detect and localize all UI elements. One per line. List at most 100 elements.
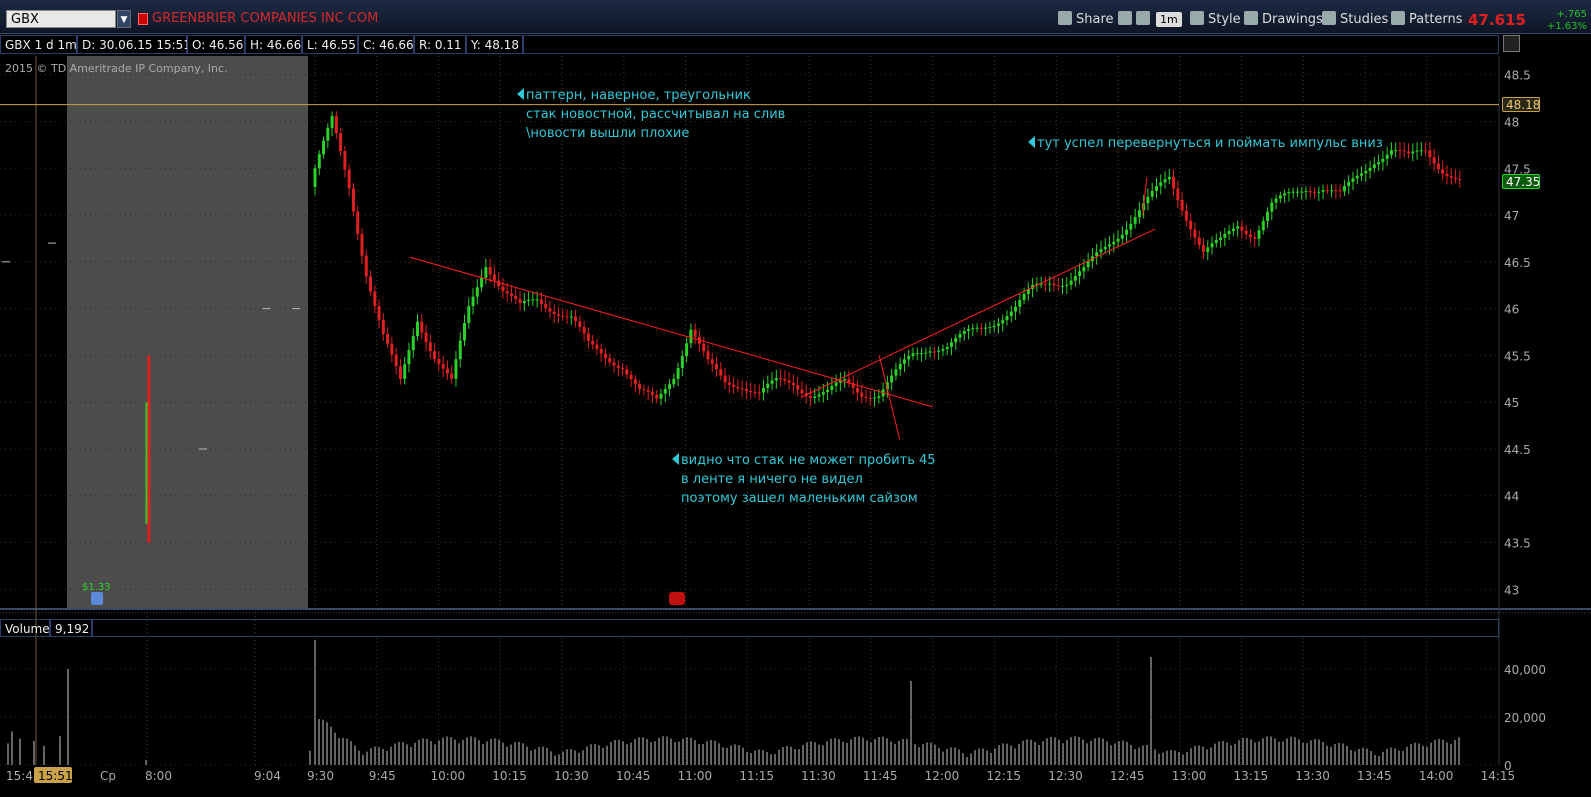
candle bbox=[450, 373, 454, 379]
time-axis-label: 12:00 bbox=[925, 769, 960, 783]
candle bbox=[902, 359, 906, 364]
candle bbox=[1253, 237, 1257, 239]
candle bbox=[1360, 173, 1364, 176]
candle bbox=[779, 377, 783, 379]
time-axis-label: 12:30 bbox=[1048, 769, 1083, 783]
volume-axis-label: 20,000 bbox=[1504, 711, 1546, 725]
candle bbox=[1266, 211, 1270, 222]
candle bbox=[497, 280, 501, 287]
candle bbox=[706, 351, 710, 360]
share-icon bbox=[1058, 11, 1072, 25]
candle bbox=[1308, 191, 1312, 193]
candle bbox=[715, 363, 719, 370]
last-price-tag: 47.35 bbox=[1502, 174, 1540, 190]
candle bbox=[898, 363, 902, 370]
chart-canvas[interactable]: 48.54847.54746.54645.54544.54443.543$1.3… bbox=[0, 0, 1591, 797]
candle bbox=[1325, 190, 1329, 192]
candle bbox=[1321, 190, 1325, 192]
candle bbox=[548, 308, 552, 312]
candle bbox=[1103, 246, 1107, 250]
candle bbox=[723, 375, 727, 383]
candle bbox=[843, 379, 847, 381]
candle bbox=[411, 336, 415, 351]
info-title[interactable]: GBX 1 d 1m bbox=[0, 35, 77, 54]
pct-change-value: +1.63% bbox=[1546, 21, 1587, 32]
annotation-reversal[interactable]: тут успел перевернуться и поймать импуль… bbox=[1028, 134, 1383, 153]
premarket-shade bbox=[67, 56, 308, 609]
candle bbox=[732, 384, 736, 387]
candle bbox=[1201, 244, 1205, 252]
candle bbox=[544, 304, 548, 309]
candle bbox=[377, 305, 381, 320]
time-axis-label: 8:00 bbox=[145, 769, 172, 783]
candle bbox=[762, 387, 766, 393]
annotation-line: в ленте я ничего не видел bbox=[681, 472, 863, 487]
annotation-stack[interactable]: видно что стак не может пробить 45 в лен… bbox=[672, 451, 936, 508]
time-axis-label: 12:15 bbox=[986, 769, 1021, 783]
style-button[interactable]: Style bbox=[1190, 10, 1241, 30]
candle bbox=[539, 299, 543, 305]
candle bbox=[911, 353, 915, 356]
share-button[interactable]: Share bbox=[1058, 10, 1114, 30]
timeframe-button[interactable]: 1m bbox=[1156, 12, 1182, 27]
candle bbox=[894, 369, 898, 376]
candle bbox=[1210, 243, 1214, 248]
candle bbox=[945, 346, 949, 350]
time-axis-label: 11:00 bbox=[678, 769, 713, 783]
candle bbox=[522, 300, 526, 304]
drawings-button[interactable]: Drawings bbox=[1244, 10, 1323, 30]
candle bbox=[1453, 177, 1457, 180]
symbol-dropdown-button[interactable]: ▼ bbox=[117, 10, 131, 28]
net-change-value: +.765 bbox=[1556, 9, 1587, 20]
tool-icon bbox=[1136, 11, 1150, 25]
candle bbox=[484, 267, 488, 278]
patterns-button[interactable]: Patterns bbox=[1391, 10, 1463, 30]
candle bbox=[1193, 229, 1197, 238]
candle bbox=[787, 380, 791, 383]
time-axis-label: 11:30 bbox=[801, 769, 836, 783]
drawing-tool-icon[interactable] bbox=[1503, 35, 1520, 52]
candle bbox=[1445, 173, 1449, 177]
tool-button[interactable] bbox=[1136, 10, 1154, 30]
candle bbox=[1180, 199, 1184, 211]
candle bbox=[979, 327, 983, 329]
candle bbox=[689, 329, 693, 344]
candle bbox=[488, 267, 492, 275]
candle bbox=[808, 396, 812, 398]
candle bbox=[702, 343, 706, 352]
candle bbox=[813, 396, 817, 398]
price-axis-label: 44 bbox=[1504, 490, 1519, 504]
candle bbox=[1129, 223, 1133, 230]
candle bbox=[386, 334, 390, 344]
studies-button[interactable]: Studies bbox=[1322, 10, 1388, 30]
symbol-input[interactable]: GBX bbox=[6, 10, 116, 28]
time-axis-label: 10:15 bbox=[492, 769, 527, 783]
candle bbox=[569, 316, 573, 318]
candle bbox=[868, 398, 872, 400]
candle bbox=[1078, 271, 1082, 277]
candle bbox=[1014, 306, 1018, 312]
candle bbox=[1372, 164, 1376, 169]
candle bbox=[1436, 163, 1440, 170]
candle bbox=[1334, 190, 1338, 192]
candle bbox=[599, 348, 603, 354]
share-label: Share bbox=[1076, 12, 1114, 27]
candle bbox=[710, 359, 714, 364]
price-axis-label: 47 bbox=[1504, 209, 1519, 223]
candle bbox=[915, 353, 919, 355]
candle bbox=[1389, 150, 1393, 155]
candle bbox=[821, 392, 825, 395]
wrench-button[interactable] bbox=[1118, 10, 1136, 30]
drawings-label: Drawings bbox=[1262, 12, 1323, 27]
volume-label[interactable]: Volume bbox=[0, 619, 50, 637]
candle bbox=[1240, 226, 1244, 231]
info-range: R: 0.11 bbox=[414, 35, 466, 54]
candle bbox=[1295, 191, 1299, 193]
candle bbox=[501, 286, 505, 292]
price-axis-label: 45 bbox=[1504, 396, 1519, 410]
candle bbox=[1065, 284, 1069, 286]
candle bbox=[1441, 169, 1445, 174]
annotation-pattern[interactable]: паттерн, наверное, треугольник стак ново… bbox=[517, 86, 785, 143]
info-open: O: 46.56 bbox=[187, 35, 245, 54]
candle bbox=[1112, 241, 1116, 245]
